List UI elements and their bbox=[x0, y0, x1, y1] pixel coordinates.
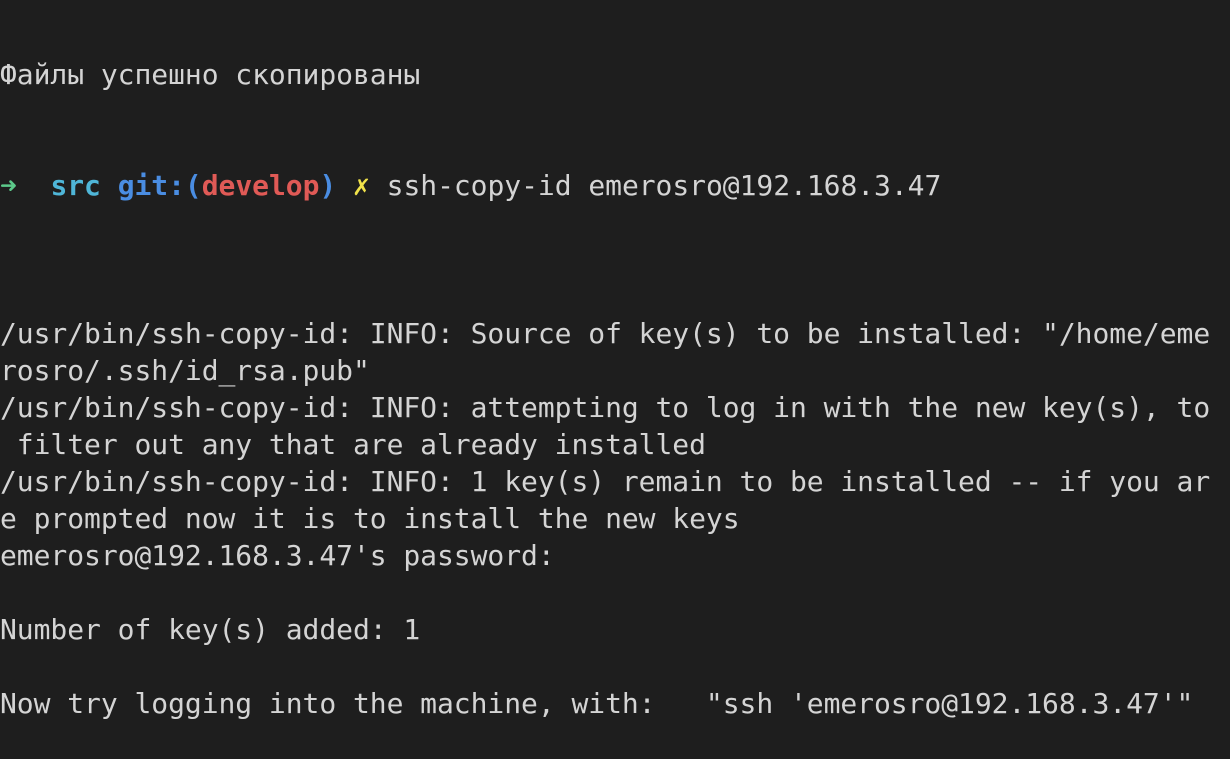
prompt-git-close: ) bbox=[319, 169, 337, 202]
output-line: Now try logging into the machine, with: … bbox=[0, 687, 1194, 720]
output-line: filter out any that are already installe… bbox=[0, 428, 706, 461]
prompt-branch: develop bbox=[201, 169, 320, 202]
previous-output-line: Файлы успешно скопированы bbox=[0, 58, 421, 91]
output-line: Number of key(s) added: 1 bbox=[0, 613, 421, 646]
prompt-arrow-icon: ➜ bbox=[0, 169, 17, 202]
output-line: e prompted now it is to install the new … bbox=[0, 502, 740, 535]
command-text: ssh-copy-id emerosro@192.168.3.47 bbox=[386, 169, 942, 202]
terminal-output[interactable]: Файлы успешно скопированы ➜ src git:(dev… bbox=[0, 0, 1210, 759]
dirty-mark-icon: ✗ bbox=[353, 169, 370, 202]
output-line: /usr/bin/ssh-copy-id: INFO: 1 key(s) rem… bbox=[0, 465, 1211, 498]
prompt-line: ➜ src git:(develop) ✗ ssh-copy-id emeros… bbox=[0, 167, 1210, 204]
output-line: rosro/.ssh/id_rsa.pub" bbox=[0, 354, 370, 387]
output-line: /usr/bin/ssh-copy-id: INFO: attempting t… bbox=[0, 391, 1211, 424]
output-line: emerosro@192.168.3.47's password: bbox=[0, 539, 555, 572]
output-line: /usr/bin/ssh-copy-id: INFO: Source of ke… bbox=[0, 317, 1211, 350]
prompt-git-label: git:( bbox=[117, 169, 202, 202]
prompt-directory: src bbox=[50, 169, 101, 202]
